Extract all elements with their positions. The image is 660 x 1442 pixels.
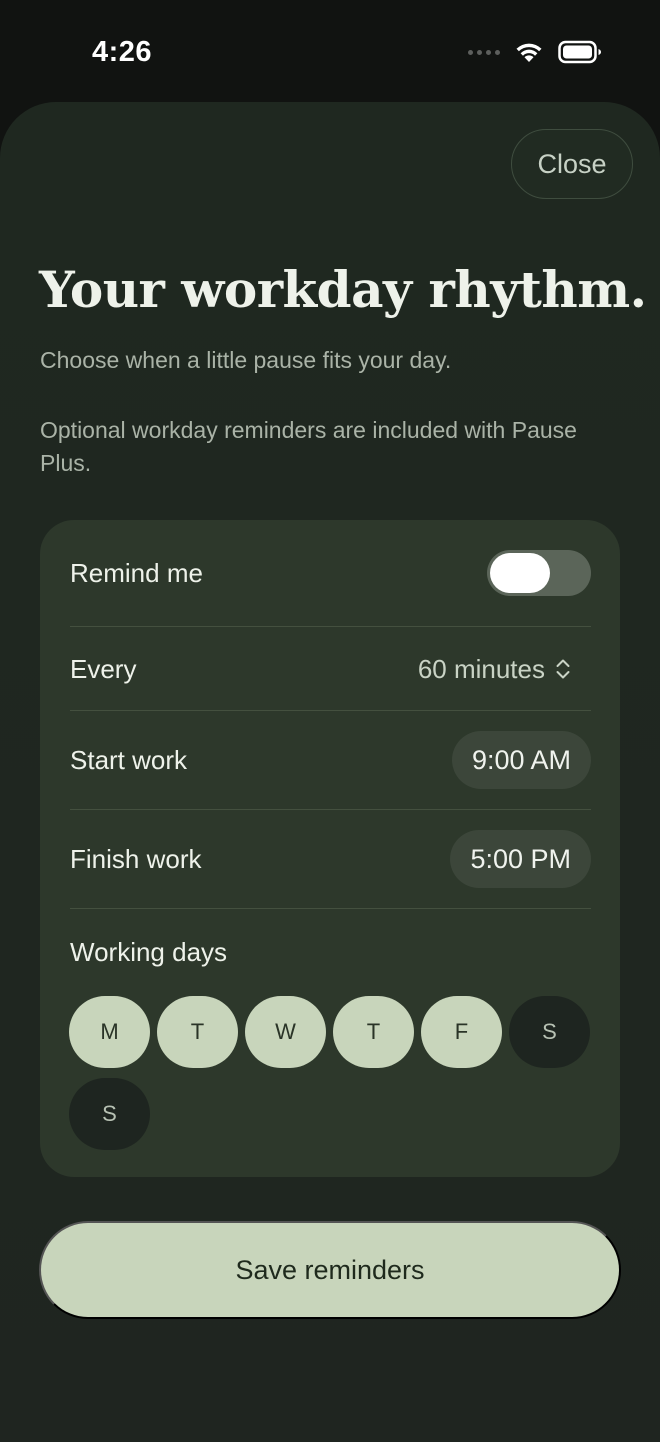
save-reminders-button[interactable]: Save reminders [39, 1221, 621, 1319]
settings-card: Remind me Every 60 minutes Start work 9:… [40, 520, 620, 1177]
wifi-icon [516, 43, 542, 62]
day-chip-saturday[interactable]: S [509, 996, 590, 1068]
chevron-up-down-icon [556, 659, 570, 679]
status-bar: 4:26 [0, 0, 660, 100]
day-chip-thursday[interactable]: T [333, 996, 414, 1068]
working-days-label: Working days [70, 937, 228, 967]
every-row: Every 60 minutes [70, 638, 591, 700]
status-time: 4:26 [92, 36, 153, 68]
day-chip-tuesday[interactable]: T [157, 996, 238, 1068]
start-work-row: Start work 9:00 AM [70, 731, 591, 789]
interval-picker[interactable]: 60 minutes [418, 654, 571, 685]
remind-me-row: Remind me [70, 550, 591, 596]
remind-me-toggle[interactable] [487, 550, 591, 596]
battery-icon [558, 40, 601, 64]
plus-note: Optional workday reminders are included … [40, 417, 577, 476]
day-chip-sunday[interactable]: S [69, 1078, 150, 1150]
divider [70, 626, 591, 627]
finish-time-button[interactable]: 5:00 PM [450, 830, 591, 888]
close-button[interactable]: Close [511, 129, 633, 199]
page-title: Your workday rhythm. [39, 260, 647, 319]
finish-work-label: Finish work [70, 843, 202, 874]
finish-work-row: Finish work 5:00 PM [70, 830, 591, 888]
day-chip-wednesday[interactable]: W [245, 996, 326, 1068]
every-label: Every [70, 653, 137, 684]
divider [70, 809, 591, 810]
start-work-label: Start work [70, 744, 188, 775]
remind-me-label: Remind me [70, 557, 203, 588]
toggle-knob [490, 553, 550, 593]
status-icons [468, 40, 602, 64]
reminder-sheet: Close Your workday rhythm. Choose when a… [0, 102, 660, 1442]
day-chip-friday[interactable]: F [421, 996, 502, 1068]
cellular-signal-icon [468, 49, 500, 55]
subtitle: Choose when a little pause fits your day… [40, 347, 452, 373]
divider [70, 908, 591, 909]
day-chip-monday[interactable]: M [69, 996, 150, 1068]
divider [70, 710, 591, 711]
interval-value: 60 minutes [417, 653, 545, 684]
start-time-button[interactable]: 9:00 AM [451, 731, 591, 789]
